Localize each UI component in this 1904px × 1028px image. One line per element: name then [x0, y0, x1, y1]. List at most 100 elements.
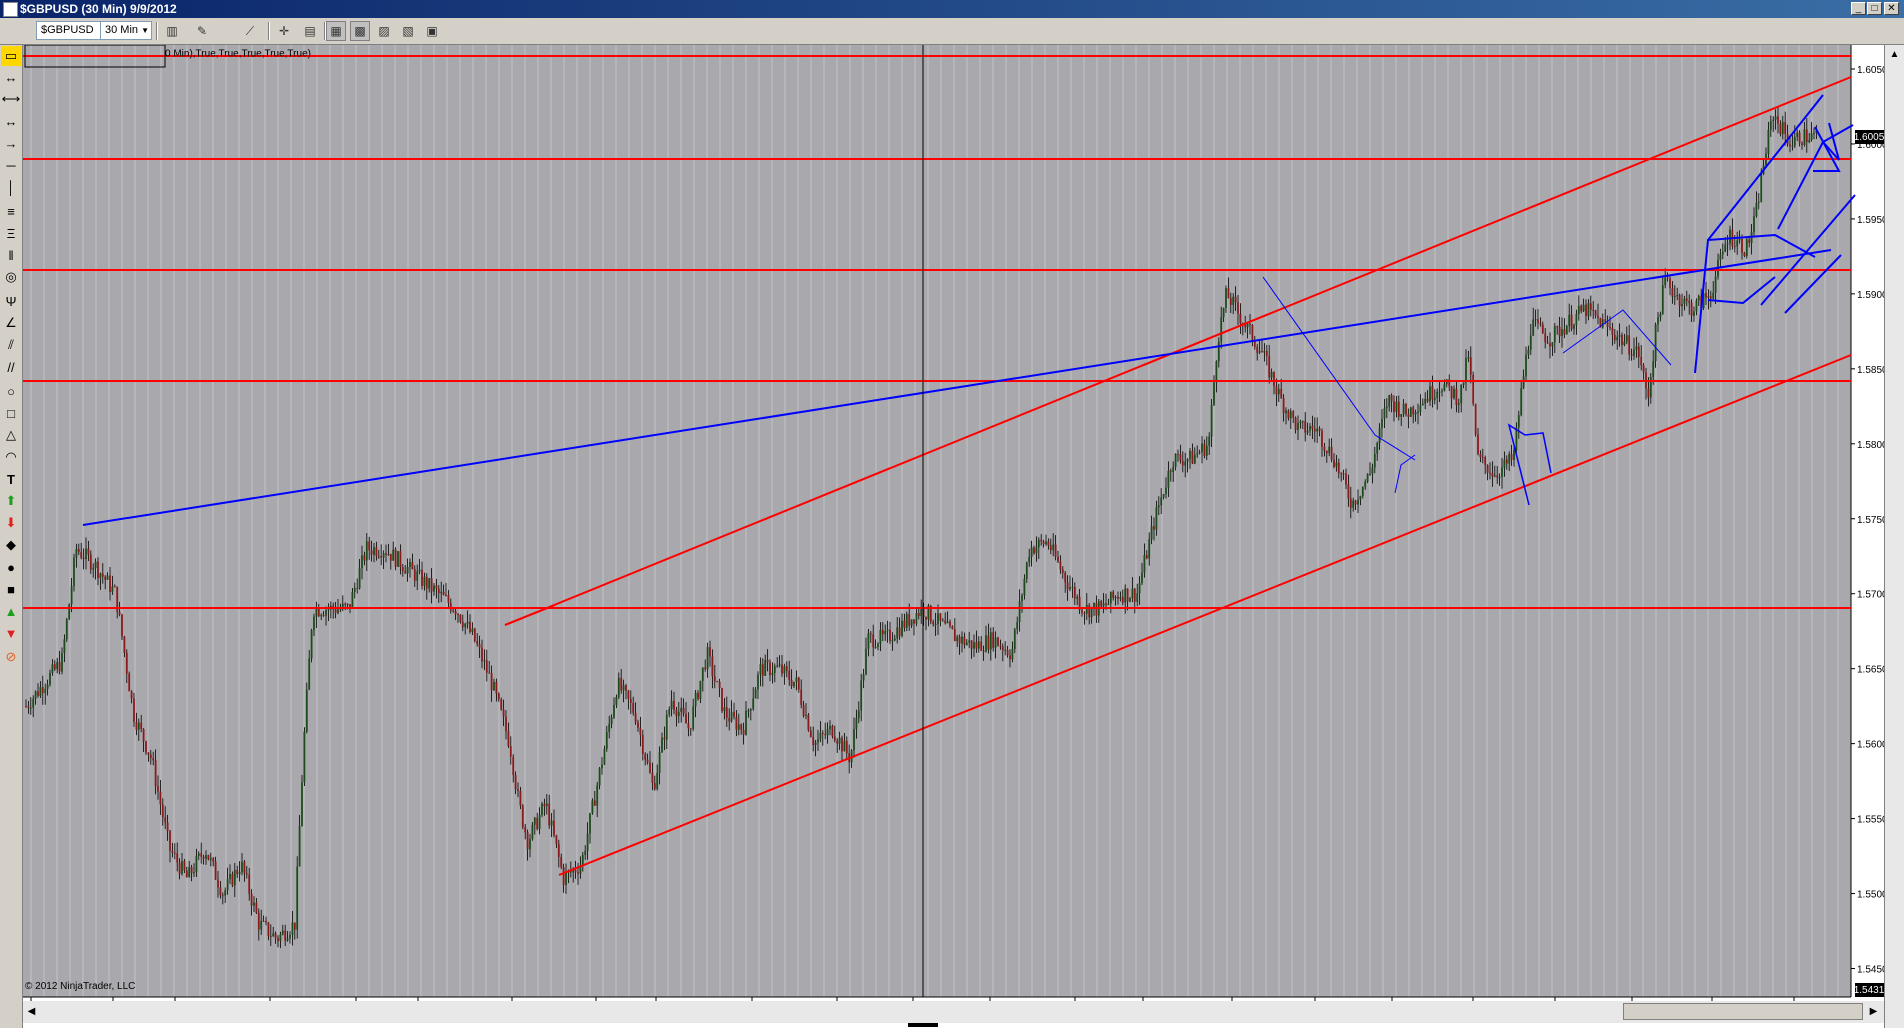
candle-body — [1606, 321, 1609, 327]
arrow-up-icon[interactable]: ⬆ — [1, 491, 21, 511]
candle-body — [173, 852, 176, 854]
candle-body — [646, 759, 649, 763]
candle-body — [526, 832, 529, 850]
candle-body — [423, 576, 426, 587]
candle-body — [1563, 329, 1566, 335]
candle-body — [87, 548, 90, 555]
candle-body — [1683, 298, 1686, 304]
panel-icon[interactable]: ▣ — [422, 21, 442, 41]
candle-body — [697, 692, 699, 699]
candle-body — [1589, 303, 1592, 310]
candle-body — [1508, 454, 1511, 464]
scroll-left-icon[interactable]: ◀ — [23, 1003, 40, 1020]
price-chart[interactable]: 1.60501.60001.59501.59001.58501.58001.57… — [23, 45, 1884, 1028]
candle-body — [1681, 303, 1683, 307]
data-box-icon[interactable]: ▤ — [300, 21, 320, 41]
diamond-icon[interactable]: ◆ — [1, 535, 21, 555]
candle-body — [1513, 450, 1515, 460]
candle-body — [1558, 326, 1561, 337]
dot-icon[interactable]: ● — [1, 557, 21, 577]
candle-body — [953, 629, 956, 642]
candle-body — [1767, 129, 1770, 154]
strategy-icon[interactable]: ▩ — [350, 21, 370, 41]
candle-body — [1297, 422, 1299, 430]
minimize-button[interactable]: _ — [1851, 2, 1866, 15]
indicators-icon[interactable]: ▨ — [374, 21, 394, 41]
candle-body — [728, 717, 731, 722]
close-button[interactable]: ✕ — [1884, 2, 1899, 15]
cursor-tool-icon[interactable]: ▭ — [1, 46, 21, 66]
horizontal-scrollbar[interactable]: ◀ ▶ — [23, 1001, 1884, 1023]
candle-body — [610, 717, 613, 724]
candle-body — [224, 890, 227, 896]
horizontal-line-icon[interactable]: ─ — [1, 155, 21, 175]
extended-line-icon[interactable]: ⟷ — [1, 89, 21, 109]
square-icon[interactable]: ■ — [1, 579, 21, 599]
candle-body — [1201, 443, 1203, 453]
andrews-pitchfork-icon[interactable]: Ψ — [1, 291, 21, 311]
candle-body — [1177, 453, 1179, 455]
crosshair-icon[interactable]: ✛ — [274, 21, 294, 41]
candle-body — [1117, 596, 1119, 599]
candle-body — [322, 615, 325, 617]
chart-style-icon[interactable]: ▦ — [326, 21, 346, 41]
y-tick-label: 1.6050 — [1857, 65, 1884, 76]
text-tool-icon[interactable]: T — [1, 469, 21, 489]
fib-retracement-icon[interactable]: ≡ — [1, 201, 21, 221]
interval-selector[interactable]: 30 Min ▼ — [100, 21, 152, 40]
candle-body — [1678, 295, 1681, 307]
candle-body — [142, 729, 145, 742]
bar-type-icon[interactable]: ▥ — [162, 21, 182, 41]
fib-extension-icon[interactable]: Ξ — [1, 223, 21, 243]
candle-body — [1282, 397, 1285, 414]
properties-icon[interactable]: ▧ — [398, 21, 418, 41]
fib-circle-icon[interactable]: ◎ — [1, 267, 21, 287]
triangle-up-icon[interactable]: ▲ — [1, 601, 21, 621]
candle-body — [1016, 621, 1019, 630]
pencil-icon[interactable]: ✎ — [192, 21, 212, 41]
candle-body — [1390, 395, 1393, 402]
candle-body — [1402, 403, 1405, 415]
candle-body — [805, 714, 807, 716]
rectangle-icon[interactable]: □ — [1, 403, 21, 423]
trend-channel-icon[interactable]: // — [1, 357, 21, 377]
candle-body — [807, 714, 810, 731]
candle-body — [289, 934, 291, 939]
candle-body — [1349, 498, 1352, 508]
scroll-right-icon[interactable]: ▶ — [1865, 1003, 1882, 1020]
candle-body — [500, 699, 503, 710]
ellipse-icon[interactable]: ○ — [1, 381, 21, 401]
candle-body — [99, 573, 102, 579]
arrow-down-icon[interactable]: ⬇ — [1, 513, 21, 533]
brush-icon[interactable]: ⟋ — [240, 21, 260, 41]
candle-body — [649, 762, 651, 773]
candle-body — [958, 636, 961, 644]
line-icon[interactable]: ↔ — [1, 111, 21, 131]
candle-body — [769, 662, 771, 676]
scroll-up-icon[interactable]: ▲ — [1886, 46, 1903, 63]
arrow-line-icon[interactable]: → — [1, 133, 21, 153]
candle-body — [793, 681, 795, 687]
vertical-scrollbar[interactable]: ▲ — [1884, 45, 1904, 1028]
maximize-button[interactable]: □ — [1867, 2, 1882, 15]
arc-icon[interactable]: ◠ — [1, 447, 21, 467]
fib-timezones-icon[interactable]: ‖ — [1, 245, 21, 265]
regression-channel-icon[interactable]: ⫽ — [1, 335, 21, 355]
triangle-icon[interactable]: △ — [1, 425, 21, 445]
candle-body — [63, 639, 66, 654]
ray-icon[interactable]: ↔ — [1, 67, 21, 87]
candle-body — [1517, 415, 1520, 428]
gann-fan-icon[interactable]: ∠ — [1, 313, 21, 333]
vertical-line-icon[interactable]: │ — [1, 177, 21, 197]
candle-body — [1635, 346, 1638, 350]
triangle-down-icon[interactable]: ▼ — [1, 623, 21, 643]
candle-body — [711, 656, 714, 677]
toolbar-separator — [156, 22, 158, 40]
y-tick-label: 1.5950 — [1857, 215, 1884, 226]
scroll-thumb[interactable] — [1623, 1003, 1863, 1020]
candle-body — [92, 568, 95, 570]
candle-body — [344, 603, 347, 605]
candle-body — [94, 561, 97, 569]
candle-body — [1472, 374, 1475, 404]
remove-drawings-icon[interactable]: ⊘ — [1, 647, 21, 667]
